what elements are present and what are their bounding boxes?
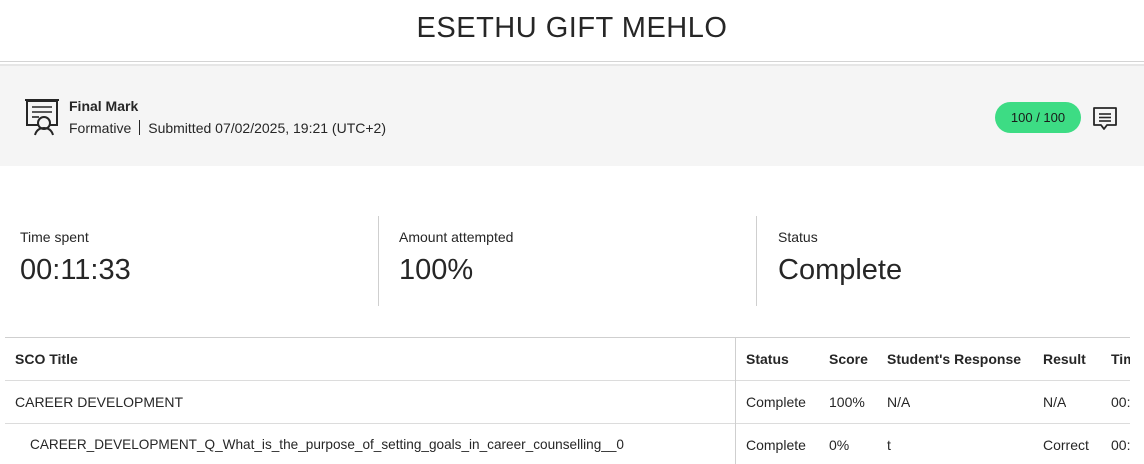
column-header-result[interactable]: Result (1043, 338, 1086, 381)
feedback-icon[interactable] (1092, 106, 1118, 132)
cell-result: Correct (1043, 437, 1089, 453)
column-header-sco-title[interactable]: SCO Title (15, 338, 78, 381)
stat-divider (756, 216, 757, 306)
stat-value: Complete (778, 254, 903, 286)
stat-divider (378, 216, 379, 306)
cell-score: 100% (829, 394, 865, 410)
cell-time: 00: (1111, 394, 1130, 410)
column-header-status[interactable]: Status (746, 338, 789, 381)
grade-title: Final Mark (69, 98, 139, 114)
stat-value: 00:11:33 (20, 254, 131, 286)
column-header-response[interactable]: Student's Response (887, 338, 1021, 381)
grade-type: Formative (69, 120, 132, 136)
cell-sco-title: CAREER DEVELOPMENT (15, 394, 184, 410)
cell-result: N/A (1043, 394, 1067, 410)
cell-response: t (887, 437, 891, 453)
stat-value: 100% (399, 254, 474, 286)
student-name: ESETHU GIFT MEHLO (416, 12, 728, 44)
page-header: ESETHU GIFT MEHLO (0, 0, 1144, 62)
cell-status: Complete (746, 394, 806, 410)
certificate-icon (25, 99, 59, 136)
meta-separator (139, 120, 141, 135)
table-header-row: SCO Title Status Score Student's Respons… (5, 338, 1130, 381)
cell-status: Complete (746, 437, 806, 453)
cell-score: 0% (829, 437, 850, 453)
grade-meta: Formative Submitted 07/02/2025, 19:21 (UT… (69, 120, 386, 136)
stat-label: Amount attempted (399, 229, 514, 245)
column-header-time[interactable]: Tim (1111, 338, 1130, 381)
column-divider (735, 338, 736, 464)
cell-sco-title: CAREER_DEVELOPMENT_Q_What_is_the_purpose… (30, 437, 624, 452)
attempt-stats: Time spent 00:11:33 Amount attempted 100… (0, 216, 1144, 306)
sco-results-table[interactable]: SCO Title Status Score Student's Respons… (5, 337, 1130, 464)
submitted-date: Submitted 07/02/2025, 19:21 (UTC+2) (148, 120, 386, 136)
table-row[interactable]: CAREER_DEVELOPMENT_Q_What_is_the_purpose… (5, 424, 1130, 464)
stat-label: Status (778, 229, 818, 245)
cell-response: N/A (887, 394, 911, 410)
cell-time: 00: (1111, 437, 1130, 453)
table-row[interactable]: CAREER DEVELOPMENT Complete 100% N/A N/A… (5, 381, 1130, 424)
column-header-score[interactable]: Score (829, 338, 868, 381)
grade-summary-bar: Final Mark Formative Submitted 07/02/2025… (0, 64, 1144, 166)
stat-label: Time spent (20, 229, 89, 245)
score-badge: 100 / 100 (995, 102, 1081, 133)
